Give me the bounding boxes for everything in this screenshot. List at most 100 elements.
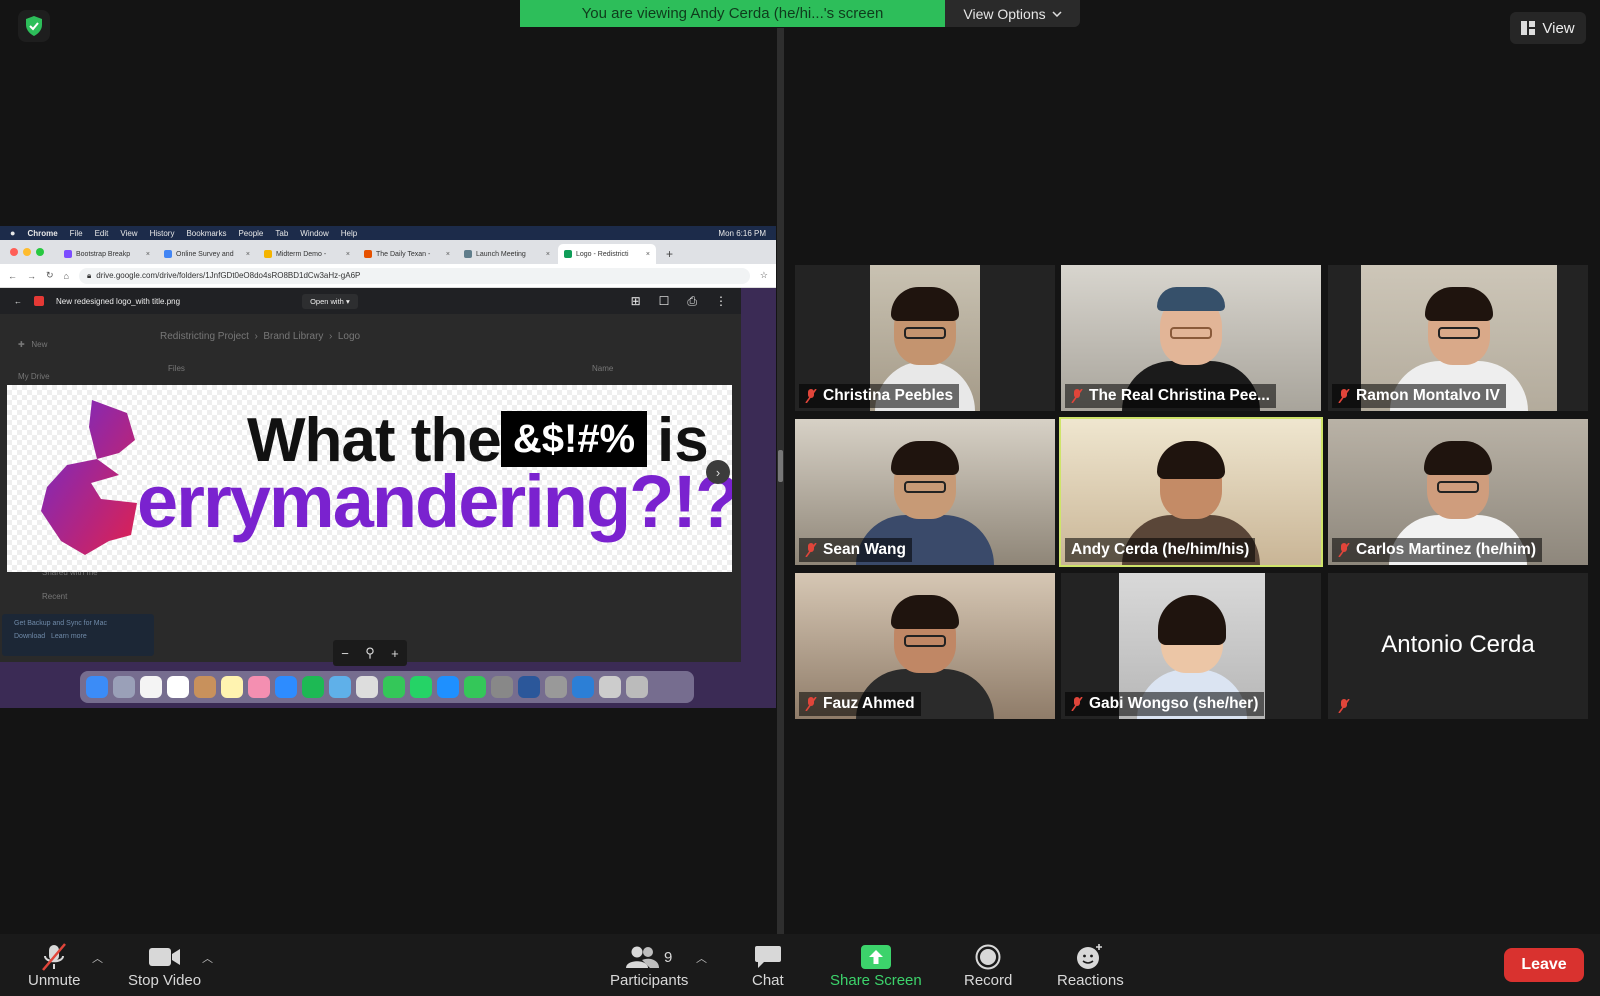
chrome-tab-strip: Bootstrap Breakp × Online Survey and × Mid… [0,240,776,264]
mac-menu-item: Window [300,228,329,238]
browser-tab: Midterm Demo - × [258,244,356,264]
open-with-button: Open with ▾ [302,293,358,309]
share-screen-arrow-icon [860,942,891,972]
backup-sync-promo: Get Backup and Sync for Mac Download Lea… [2,614,154,656]
leave-meeting-button[interactable]: Leave [1504,948,1584,982]
muted-mic-icon [1338,699,1350,713]
muted-microphone-icon [39,942,69,972]
view-options-label: View Options [963,5,1046,22]
audio-options-caret-icon[interactable]: ︿ [92,950,103,966]
share-screen-button[interactable]: Share Screen [830,942,922,989]
mac-menu-item: Tab [275,228,289,238]
participant-name-label: Ramon Montalvo IV [1332,384,1506,408]
preview-zoom-controls: − ⚲ + [333,640,407,666]
participant-tile[interactable]: Gabi Wongso (she/her) [1061,573,1321,719]
view-button-label: View [1542,19,1575,37]
participants-count: 9 [664,948,673,966]
browser-tab: Launch Meeting × [458,244,556,264]
browser-tab: The Daily Texan - × [358,244,456,264]
security-shield-icon[interactable] [18,10,50,42]
browser-tab: Bootstrap Breakp × [58,244,156,264]
participant-name-label: Andy Cerda (he/him/his) [1065,538,1256,562]
meeting-toolbar: Unmute ︿ Stop Video ︿ 9 Participants ︿ C… [0,934,1600,996]
mac-menu-item: Bookmarks [186,228,227,238]
viewing-screen-text: You are viewing Andy Cerda (he/hi...'s s… [520,0,945,27]
divider-drag-handle[interactable] [778,450,783,482]
mac-menu-item: File [69,228,83,238]
mac-clock: Mon 6:16 PM [718,228,766,238]
forward-arrow-icon: → [27,270,36,281]
participants-label: Participants [610,972,689,989]
video-camera-icon [148,942,181,972]
drive-new-button: ✚ New [18,340,48,349]
stop-video-label: Stop Video [128,972,202,989]
apple-icon: ● [10,228,16,238]
stop-video-button[interactable]: Stop Video [128,942,201,989]
unmute-button[interactable]: Unmute [28,942,81,989]
url-bar: 🔒︎ drive.google.com/drive/folders/1JnfGD… [78,267,750,284]
participant-tile-active-speaker[interactable]: Andy Cerda (he/him/his) [1059,417,1323,567]
drive-files-heading: Files [168,364,185,373]
chrome-address-row: ← → ↻ ⌂ 🔒︎ drive.google.com/drive/folder… [0,264,776,288]
chat-label: Chat [752,972,784,989]
participant-tile[interactable]: Carlos Martinez (he/him) [1328,419,1588,565]
participant-name-label: Gabi Wongso (she/her) [1065,692,1265,716]
chat-button[interactable]: Chat [752,942,784,989]
video-options-caret-icon[interactable]: ︿ [202,950,213,966]
browser-tab-active: Logo - Redistricti × [558,244,656,264]
chevron-down-icon [1052,10,1062,17]
view-options-button[interactable]: View Options [945,0,1080,27]
mac-menu-item: History [149,228,175,238]
participant-name-display: Antonio Cerda [1381,631,1535,658]
mac-dock [80,671,694,703]
participant-tile[interactable]: Sean Wang [795,419,1055,565]
muted-mic-icon [805,543,817,557]
muted-mic-icon [1071,697,1083,711]
reload-icon: ↻ [46,270,54,280]
participant-tile[interactable]: Christina Peebles [795,265,1055,411]
participants-options-caret-icon[interactable]: ︿ [696,950,707,966]
muted-mic-icon [1338,543,1350,557]
participant-tile-video-off[interactable]: Antonio Cerda [1328,573,1588,719]
new-tab-icon: + [666,247,674,261]
record-label: Record [964,972,1013,989]
participant-tile[interactable]: Fauz Ahmed [795,573,1055,719]
drive-name-column: Name [592,364,614,373]
mac-menu-item: Edit [94,228,109,238]
mac-menu-item: Help [340,228,358,238]
drive-breadcrumb: Redistricting Project › Brand Library › … [160,331,361,342]
browser-tab: Online Survey and × [158,244,256,264]
muted-mic-icon [1071,389,1083,403]
mac-menu-item: People [238,228,264,238]
lock-icon: 🔒︎ [86,270,92,280]
zoom-in-icon: + [391,645,399,661]
muted-mic-icon [805,389,817,403]
muted-mic-icon [1338,389,1350,403]
participant-name-label: Sean Wang [799,538,912,562]
participants-icon: 9 [626,942,672,972]
record-button[interactable]: Record [964,942,1012,989]
reactions-button[interactable]: Reactions [1057,942,1124,989]
window-traffic-lights [10,248,44,256]
participant-tile[interactable]: The Real Christina Pee... [1061,265,1321,411]
participant-name-label: Fauz Ahmed [799,692,921,716]
comment-icon: ☐ [658,293,670,308]
zoom-meeting-window: You are viewing Andy Cerda (he/hi...'s s… [0,0,1600,996]
reactions-label: Reactions [1057,972,1124,989]
view-layout-button[interactable]: View [1510,12,1586,44]
logo-image: What the &$!#% is errymandering?!? [7,385,732,572]
url-text: drive.google.com/drive/folders/1JnfGDt0e… [96,271,361,280]
record-icon [975,942,1001,972]
image-file-icon [34,296,44,306]
drive-preview-header: ← New redesigned logo_with title.png Ope… [0,288,741,314]
participants-button[interactable]: 9 Participants [610,942,688,989]
drive-my-drive: My Drive [18,372,50,381]
participant-mute-indicator [1332,696,1356,716]
participant-tile[interactable]: Ramon Montalvo IV [1328,265,1588,411]
share-screen-label: Share Screen [830,972,922,989]
emoji-add-icon [1076,942,1104,972]
muted-mic-icon [805,697,817,711]
print-icon: ⎙ [687,293,697,308]
logo-line-2: errymandering?!? [137,460,732,543]
back-arrow-icon: ← [14,296,22,306]
